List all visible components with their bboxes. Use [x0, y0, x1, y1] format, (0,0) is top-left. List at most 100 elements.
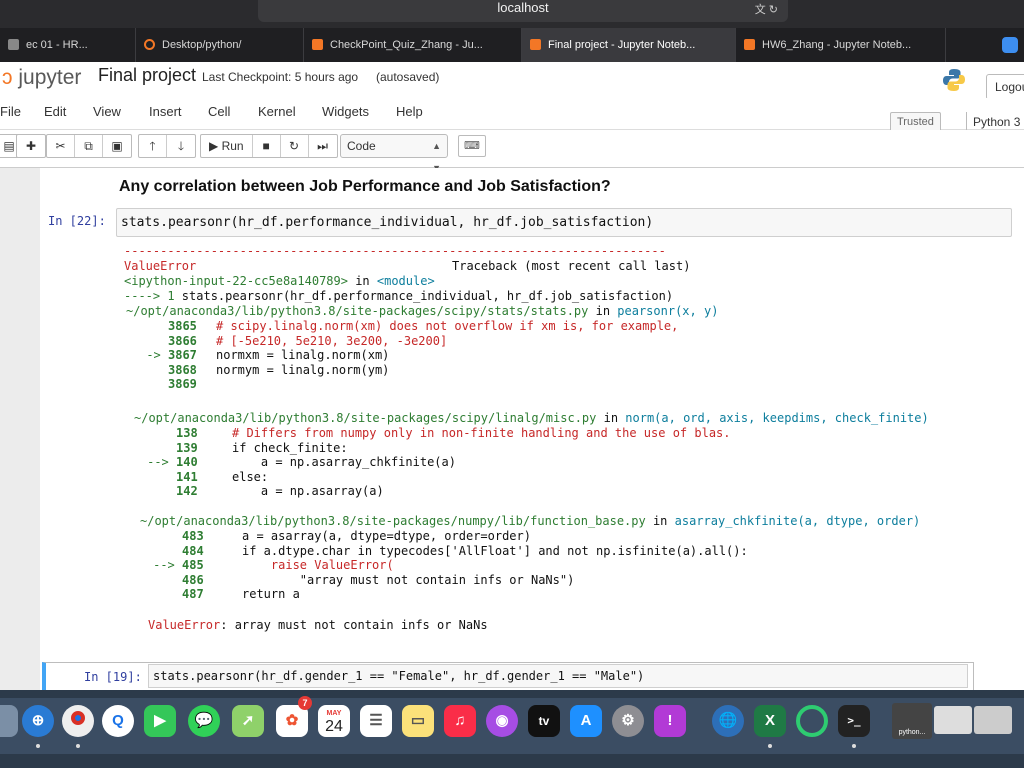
frame-function: norm(a, ord, axis, keepdims, check_finit…	[625, 411, 929, 425]
arrow-down-icon[interactable]: 🡓	[167, 135, 195, 157]
arrow-code: stats.pearsonr(hr_df.performance_individ…	[181, 289, 674, 303]
frame-function: pearsonr(x, y)	[617, 304, 719, 318]
cut-icon[interactable]: ✂	[47, 135, 75, 157]
traceback-rule: ----------------------------------------…	[124, 244, 666, 258]
line-number: 487	[182, 587, 204, 601]
line-number: 484	[182, 543, 204, 558]
code-cell-input[interactable]: stats.pearsonr(hr_df.gender_1 == "Female…	[148, 664, 968, 688]
in-word: in	[347, 274, 377, 288]
line-marker: ->	[146, 348, 168, 362]
traceback-source-line: 483 a = asarray(a, dtype=dtype, order=ord…	[140, 529, 531, 544]
music-icon[interactable]: ♫	[444, 705, 476, 737]
quicktime-icon[interactable]: Q	[102, 705, 134, 737]
code-cell-input[interactable]: stats.pearsonr(hr_df.performance_individ…	[116, 208, 1012, 237]
minimized-window-thumbnail-3[interactable]	[974, 706, 1012, 734]
cell-type-select[interactable]: Code ▲▼	[340, 134, 448, 173]
line-code: return a	[242, 587, 300, 601]
traceback-source-line: --> 485 raise ValueError(	[140, 558, 394, 573]
macos-dock: ⊕ Q ▶ 💬 ➚ ✿ 7 MAY 24 ☰ ▭ ♫ ◉ tv A ⚙ ! 🌐 X…	[0, 690, 1024, 768]
notebook-favicon-icon	[312, 39, 323, 50]
app-store-icon[interactable]: A	[570, 705, 602, 737]
apple-tv-icon[interactable]: tv	[528, 705, 560, 737]
line-code: if check_finite:	[232, 440, 348, 455]
code-cell-selected[interactable]: In [19]: stats.pearsonr(hr_df.gender_1 =…	[42, 662, 974, 690]
facetime-icon[interactable]: ▶	[144, 705, 176, 737]
notebook-container: Any correlation between Job Performance …	[40, 168, 1024, 690]
notebook-favicon-icon	[530, 39, 541, 50]
translate-reload-icons[interactable]: 文 ↻	[755, 2, 778, 18]
input-prompt: In [19]:	[84, 670, 142, 684]
menu-file[interactable]: File	[0, 104, 21, 119]
reminders-icon[interactable]: ☰	[360, 705, 392, 737]
line-number: 3867	[168, 348, 197, 362]
frame-header: ~/opt/anaconda3/lib/python3.8/site-packa…	[134, 411, 929, 426]
frame-in-word: in	[588, 304, 618, 318]
traceback-source-line: 138 # Differs from numpy only in non-fini…	[134, 426, 731, 441]
maps-icon[interactable]: ➚	[232, 705, 264, 737]
traceback-source-line: 3865 # scipy.linalg.norm(xm) does not ove…	[126, 319, 678, 334]
minimized-window-thumbnail[interactable]: python...	[892, 703, 932, 739]
photos-badge: 7	[298, 696, 312, 710]
run-button[interactable]: ▶ Run	[201, 135, 253, 157]
menu-kernel[interactable]: Kernel	[258, 104, 296, 119]
tab-bar-extra	[946, 28, 1024, 62]
notebook-toolbar: ▤ ✚ ✂ ⧉ ▣ 🡑 🡓 ▶ Run ■ ↻ ⏭ Code ▲▼ ⌨	[0, 130, 1024, 173]
podcasts-icon[interactable]: ◉	[486, 705, 518, 737]
browser-tab[interactable]: ec 01 - HR...	[0, 28, 136, 62]
url-field[interactable]: localhost 文 ↻	[258, 0, 788, 22]
menu-widgets[interactable]: Widgets	[322, 104, 369, 119]
excel-icon[interactable]: X	[754, 705, 786, 737]
menu-edit[interactable]: Edit	[44, 104, 66, 119]
notes-icon[interactable]: ▭	[402, 705, 434, 737]
traceback-arrow-line: ----> 1 stats.pearsonr(hr_df.performance…	[124, 289, 673, 304]
line-code: else:	[232, 469, 269, 484]
line-code: if a.dtype.char in typecodes['AllFloat']…	[242, 543, 748, 558]
browser-tab[interactable]: HW6_Zhang - Jupyter Noteb...	[736, 28, 946, 62]
traceback-source-line: 484 if a.dtype.char in typecodes['AllFloa…	[140, 544, 748, 559]
progress-ring-icon[interactable]	[796, 705, 828, 737]
notebook-name[interactable]: Final project	[98, 62, 196, 88]
restart-icon[interactable]: ↻	[281, 135, 309, 157]
browser-tab-active[interactable]: Final project - Jupyter Noteb...	[522, 28, 736, 62]
menu-insert[interactable]: Insert	[149, 104, 182, 119]
jupyter-logo[interactable]: ↄ jupyter	[2, 62, 81, 94]
finder-icon[interactable]	[0, 705, 18, 737]
terminal-icon[interactable]: >_	[838, 705, 870, 737]
menu-view[interactable]: View	[93, 104, 121, 119]
paste-icon[interactable]: ▣	[103, 135, 131, 157]
line-marker: -->	[153, 558, 182, 572]
frame-path: ~/opt/anaconda3/lib/python3.8/site-packa…	[134, 411, 597, 425]
system-preferences-icon[interactable]: ⚙	[612, 705, 644, 737]
line-code: a = np.asarray(a)	[232, 484, 384, 498]
logout-button[interactable]: Logou	[986, 74, 1024, 100]
line-number: 140	[176, 455, 198, 469]
frame-path: ~/opt/anaconda3/lib/python3.8/site-packa…	[126, 304, 589, 318]
fast-forward-icon[interactable]: ⏭	[309, 135, 337, 157]
feedback-assistant-icon[interactable]: !	[654, 705, 686, 737]
messages-icon[interactable]: 💬	[188, 705, 220, 737]
traceback-source-line: 3866 # [-5e210, 5e210, 3e200, -3e200]	[126, 334, 447, 349]
stop-icon[interactable]: ■	[253, 135, 281, 157]
arrow-up-icon[interactable]: 🡑	[139, 135, 167, 157]
calendar-icon[interactable]: MAY 24	[318, 705, 350, 737]
keyboard-icon[interactable]: ⌨	[458, 135, 486, 157]
trusted-indicator[interactable]: Trusted	[890, 112, 941, 132]
thumbnail-label: python...	[898, 729, 926, 736]
kernel-indicator[interactable]: Python 3	[966, 112, 1020, 132]
line-code: "array must not contain infs or NaNs")	[242, 572, 575, 587]
copy-icon[interactable]: ⧉	[75, 135, 103, 157]
minimized-window-thumbnail-2[interactable]	[934, 706, 972, 734]
globe-icon[interactable]: 🌐	[712, 705, 744, 737]
traceback-source-line: 3869	[126, 377, 216, 392]
line-number: 142	[176, 484, 198, 498]
menu-help[interactable]: Help	[396, 104, 423, 119]
chrome-icon[interactable]	[62, 705, 94, 737]
jupyter-logo-icon: ↄ	[2, 66, 19, 89]
extension-icon[interactable]	[1002, 37, 1018, 53]
menu-cell[interactable]: Cell	[208, 104, 230, 119]
insert-cell-icon[interactable]: ✚	[17, 135, 45, 157]
browser-tab[interactable]: CheckPoint_Quiz_Zhang - Ju...	[304, 28, 522, 62]
safari-icon[interactable]: ⊕	[22, 705, 54, 737]
play-icon: ▶	[209, 139, 222, 153]
browser-tab[interactable]: Desktop/python/	[136, 28, 304, 62]
